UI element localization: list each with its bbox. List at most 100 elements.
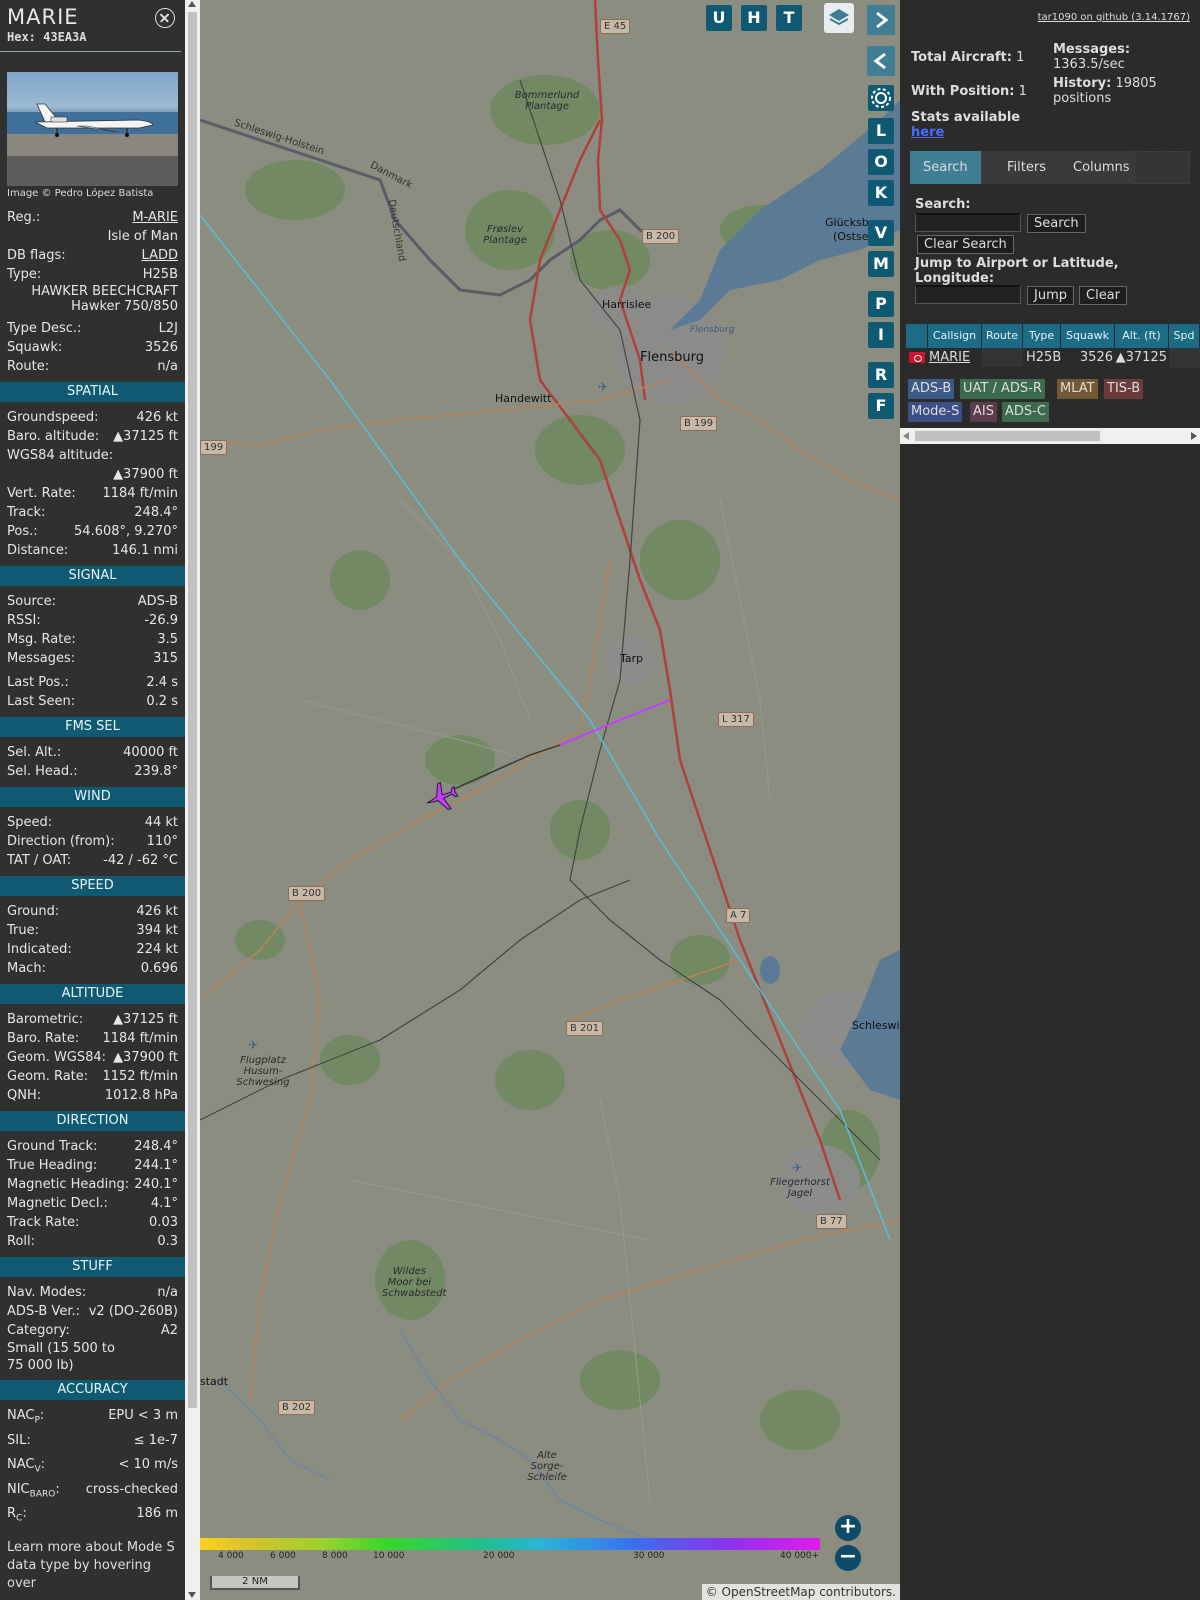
accuracy-row: NACP: EPU < 3 m bbox=[0, 1406, 185, 1431]
toggle-m-button[interactable]: M bbox=[868, 251, 894, 277]
close-icon[interactable] bbox=[155, 8, 175, 28]
scroll-up-icon[interactable] bbox=[188, 1, 196, 7]
toggle-h-button[interactable]: H bbox=[741, 5, 767, 31]
road-e45: E 45 bbox=[600, 19, 631, 34]
toggle-t-button[interactable]: T bbox=[776, 5, 802, 31]
signal-value: 0.2 s bbox=[146, 694, 178, 709]
section-signal: SIGNAL bbox=[0, 566, 185, 586]
direction-row: Ground Track: 248.4° bbox=[0, 1137, 185, 1156]
col-squawk[interactable]: Squawk bbox=[1061, 324, 1115, 348]
tab-filters[interactable]: Filters bbox=[994, 151, 1059, 184]
scroll-right-icon[interactable] bbox=[1191, 432, 1197, 440]
accuracy-label: NACP: bbox=[7, 1406, 44, 1431]
toggle-f-button[interactable]: F bbox=[868, 393, 894, 419]
aircraft-photo[interactable] bbox=[7, 72, 178, 186]
accuracy-value: ≤ 1e-7 bbox=[133, 1432, 178, 1448]
town-harrislee: Harrislee bbox=[602, 298, 652, 311]
accuracy-label: RC: bbox=[7, 1504, 27, 1529]
col-altitude[interactable]: Alt. (ft) bbox=[1115, 324, 1169, 348]
toggle-l-button[interactable]: L bbox=[868, 118, 894, 144]
row-callsign[interactable]: MARIE bbox=[929, 348, 970, 368]
altitude-row: Geom. WGS84: ▲37900 ft bbox=[0, 1048, 185, 1067]
search-input[interactable] bbox=[915, 213, 1021, 232]
toggle-o-button[interactable]: O bbox=[868, 149, 894, 175]
direction-row: Roll: 0.3 bbox=[0, 1232, 185, 1251]
search-button[interactable]: Search bbox=[1027, 214, 1086, 233]
spatial-value: 146.1 nmi bbox=[112, 543, 178, 558]
hscroll-thumb[interactable] bbox=[915, 431, 1100, 441]
town-flensburg: Flensburg bbox=[640, 350, 704, 365]
speed-row: Indicated: 224 kt bbox=[0, 940, 185, 959]
toggle-v-button[interactable]: V bbox=[868, 220, 894, 246]
info-scrollbar[interactable] bbox=[185, 0, 200, 1600]
direction-value: 0.3 bbox=[157, 1234, 178, 1249]
accuracy-label-main: SIL: bbox=[7, 1432, 31, 1448]
layers-button[interactable] bbox=[824, 3, 854, 33]
direction-value: 248.4° bbox=[134, 1139, 178, 1154]
jump-input[interactable] bbox=[915, 285, 1021, 304]
accuracy-row: SIL: ≤ 1e-7 bbox=[0, 1431, 185, 1456]
altitude-color-scale bbox=[200, 1538, 820, 1550]
distance-scale-bar: 2 NM bbox=[210, 1576, 300, 1590]
expand-right-button[interactable] bbox=[867, 5, 895, 35]
clear-button[interactable]: Clear bbox=[1079, 286, 1127, 305]
stats-here-link[interactable]: here bbox=[911, 125, 944, 140]
accuracy-label-sub: BARO bbox=[29, 1489, 56, 1500]
col-callsign[interactable]: Callsign bbox=[928, 324, 982, 348]
col-flag[interactable] bbox=[906, 324, 928, 348]
scroll-left-icon[interactable] bbox=[903, 432, 909, 440]
town-handewitt: Handewitt bbox=[495, 392, 552, 405]
dbflags-link[interactable]: LADD bbox=[142, 246, 178, 265]
signal-value: -26.9 bbox=[144, 613, 178, 628]
toggle-r-button[interactable]: R bbox=[868, 362, 894, 388]
col-route[interactable]: Route bbox=[982, 324, 1023, 348]
zoom-in-button[interactable]: + bbox=[835, 1515, 861, 1541]
direction-row: Magnetic Decl.: 4.1° bbox=[0, 1194, 185, 1213]
github-link[interactable]: tar1090 on github (3.14.1767) bbox=[1038, 12, 1190, 23]
legend-adsb: ADS-B bbox=[908, 379, 955, 399]
direction-row: Magnetic Heading: 240.1° bbox=[0, 1175, 185, 1194]
direction-label: Ground Track: bbox=[7, 1139, 98, 1154]
section-wind: WIND bbox=[0, 787, 185, 807]
jump-button[interactable]: Jump bbox=[1027, 286, 1074, 305]
speed-value: 0.696 bbox=[140, 961, 178, 976]
table-row[interactable]: MARIE H25B 3526 ▲37125 bbox=[906, 348, 1200, 368]
spatial-label: Track: bbox=[7, 505, 46, 520]
col-type[interactable]: Type bbox=[1023, 324, 1061, 348]
signal-row: Msg. Rate: 3.5 bbox=[0, 630, 185, 649]
clear-search-button[interactable]: Clear Search bbox=[917, 235, 1014, 254]
row-speed bbox=[1169, 348, 1200, 368]
toggle-p-button[interactable]: P bbox=[868, 291, 894, 317]
scroll-down-icon[interactable] bbox=[188, 1592, 196, 1598]
settings-button[interactable] bbox=[868, 85, 894, 111]
zoom-out-button[interactable]: − bbox=[835, 1545, 861, 1571]
section-speed: SPEED bbox=[0, 876, 185, 896]
toggle-k-button[interactable]: K bbox=[868, 180, 894, 206]
collapse-left-button[interactable] bbox=[867, 46, 895, 76]
wind-row: Direction (from): 110° bbox=[0, 832, 185, 851]
toggle-u-button[interactable]: U bbox=[706, 5, 732, 31]
osm-attribution[interactable]: © OpenStreetMap contributors. bbox=[701, 1584, 900, 1600]
tab-search[interactable]: Search bbox=[910, 151, 981, 184]
road-b200-south: B 200 bbox=[288, 886, 326, 901]
type-full-1: HAWKER BEECHCRAFT bbox=[31, 284, 178, 299]
tab-columns[interactable]: Columns bbox=[1060, 151, 1143, 184]
map-view[interactable]: ✈ ✈ ✈ Flensburg Harrislee Handewitt Tarp… bbox=[200, 0, 900, 1600]
wind-value: 44 kt bbox=[144, 815, 178, 830]
registration-link[interactable]: M-ARIE bbox=[132, 208, 178, 227]
toggle-i-button[interactable]: I bbox=[868, 322, 894, 348]
wind-label: Direction (from): bbox=[7, 834, 115, 849]
wind-label: TAT / OAT: bbox=[7, 853, 72, 868]
table-horizontal-scrollbar[interactable] bbox=[900, 428, 1200, 444]
stuff-value: v2 (DO-260B) bbox=[88, 1304, 178, 1319]
section-fms: FMS SEL bbox=[0, 717, 185, 737]
accuracy-row: RC: 186 m bbox=[0, 1504, 185, 1529]
messages-stat: Messages: 1363.5/sec bbox=[1053, 42, 1131, 72]
scroll-thumb[interactable] bbox=[188, 12, 197, 1408]
spatial-row: WGS84 altitude: bbox=[0, 446, 185, 465]
col-speed[interactable]: Spd bbox=[1169, 324, 1200, 348]
legend-tisb: TIS-B bbox=[1104, 379, 1144, 399]
speed-label: Ground: bbox=[7, 904, 60, 919]
fms-rows: Sel. Alt.: 40000 ft Sel. Head.: 239.8° bbox=[0, 743, 185, 781]
wind-value: -42 / -62 °C bbox=[103, 853, 178, 868]
